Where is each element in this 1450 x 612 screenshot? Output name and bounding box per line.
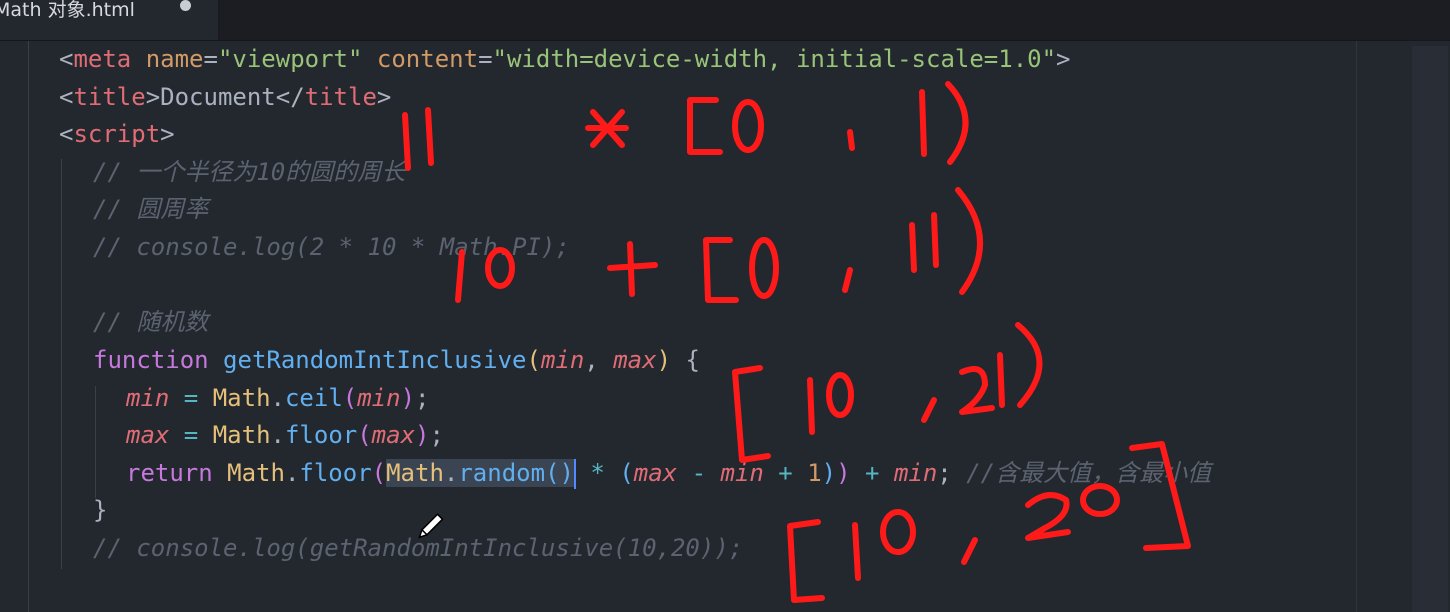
indent-guide [28,41,29,612]
unsaved-dot-icon[interactable] [180,0,191,11]
code-line-title: <title>Document</title> [59,83,392,111]
tab-bar: Math 对象.html [0,0,1450,41]
indent-guide [95,386,96,498]
pen-cursor-icon [418,513,444,539]
code-comment: // console.log(2 * 10 * Math.PI); [93,233,570,261]
tab-math-object-html[interactable]: Math 对象.html [0,0,219,40]
code-line-function: function getRandomIntInclusive(min, max)… [93,346,700,374]
selected-text[interactable]: Math.random() [386,459,574,487]
code-comment: // 一个半径为10的圆的周长 [93,158,406,186]
code-comment: // 随机数 [93,308,209,336]
code-line-ceil: min = Math.ceil(min); [126,384,430,412]
code-line-meta: <meta name="viewport" content="width=dev… [59,45,1071,73]
code-line-close-brace: } [93,496,108,524]
scrollbar-thumb[interactable] [1412,46,1448,612]
code-line-return: return Math.floor(Math.random() * (max -… [126,459,1212,489]
tab-title: Math 对象.html [0,0,135,21]
code-line-script: <script> [59,120,175,148]
indent-guide [61,159,62,569]
code-editor[interactable] [0,41,1450,612]
editor-scroll-track [1356,41,1357,612]
code-comment: // 圆周率 [93,195,209,223]
code-line-floor: max = Math.floor(max); [126,421,444,449]
